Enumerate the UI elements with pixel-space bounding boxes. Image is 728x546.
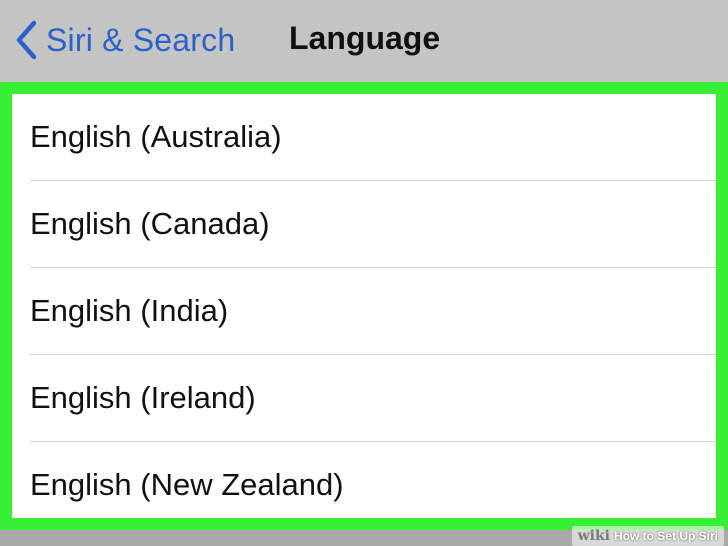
list-item-label: English (Australia) [30,119,282,154]
screen: Siri & Search Language English (Australi… [0,0,728,546]
watermark-text: How to Set Up Siri [613,529,718,543]
list-item-label: English (Ireland) [30,380,256,415]
list-item-english-india[interactable]: English (India) [12,268,716,355]
list-item-english-canada[interactable]: English (Canada) [12,181,716,268]
wikihow-logo: wiki [577,528,610,544]
list-item-english-new-zealand[interactable]: English (New Zealand) [12,442,716,518]
page-title: Language [289,20,441,56]
watermark: wiki How to Set Up Siri [571,526,724,546]
back-button[interactable]: Siri & Search [14,18,235,62]
list-item-label: English (New Zealand) [30,467,344,502]
list-item-label: English (Canada) [30,206,270,241]
navigation-bar: Siri & Search Language [0,0,728,82]
list-item-english-ireland[interactable]: English (Ireland) [12,355,716,442]
chevron-left-icon [16,20,37,60]
back-label: Siri & Search [46,22,236,58]
list-item-label: English (India) [30,293,229,328]
list-item-english-australia[interactable]: English (Australia) [12,94,716,181]
language-list: English (Australia) English (Canada) Eng… [12,94,716,518]
